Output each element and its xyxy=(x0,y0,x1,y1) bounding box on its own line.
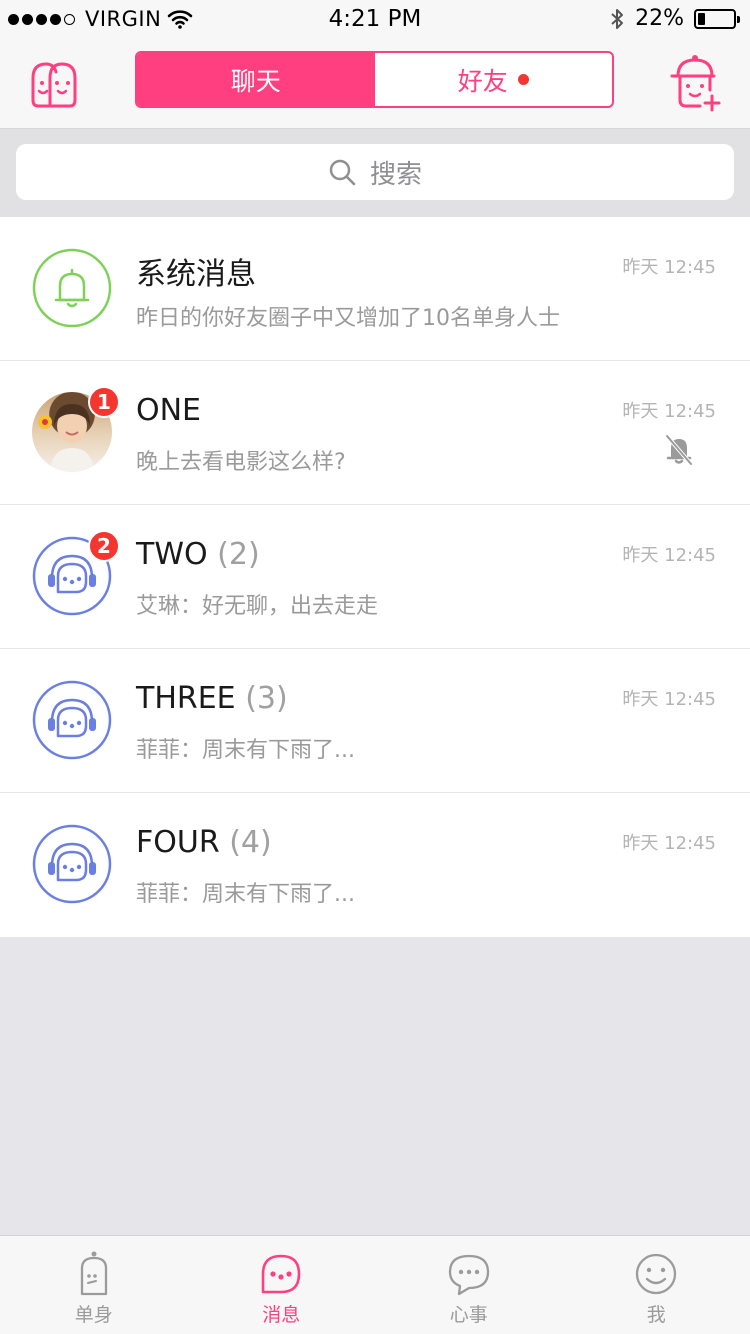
conversation-time: 昨天 12:45 xyxy=(622,401,716,422)
conversation-preview: 菲菲：周末有下雨了... xyxy=(136,882,355,907)
new-friends-dot xyxy=(517,74,529,85)
member-count: (4) xyxy=(229,825,272,860)
tab-single-label: 单身 xyxy=(74,1304,113,1326)
conversation-preview: 晚上去看电影这么样? xyxy=(136,450,346,475)
tab-chat-label: 聊天 xyxy=(230,66,281,96)
conversation-preview: 昨日的你好友圈子中又增加了10名单身人士 xyxy=(136,306,560,331)
tab-friends[interactable]: 好友 xyxy=(375,53,613,106)
smiley-icon xyxy=(636,1253,677,1295)
conversation-time: 昨天 12:45 xyxy=(622,257,716,278)
conversation-time: 昨天 12:45 xyxy=(622,545,716,566)
tab-me[interactable]: 我 xyxy=(563,1236,750,1334)
conversation-title: THREE (3) xyxy=(136,681,288,716)
thoughts-icon xyxy=(448,1254,489,1296)
tab-chat[interactable]: 聊天 xyxy=(137,53,375,106)
conversation-preview: 菲菲：周末有下雨了... xyxy=(136,738,355,763)
tab-bar: 单身 消息 心事 我 xyxy=(0,1235,750,1334)
member-count: (2) xyxy=(217,537,260,572)
group-icon xyxy=(32,680,112,760)
conversation-row[interactable]: 2 TWO (2) 艾琳：好无聊，出去走走 昨天 12:45 xyxy=(0,505,750,649)
search-placeholder: 搜索 xyxy=(369,159,422,190)
search-input[interactable]: 搜索 xyxy=(16,144,734,200)
conversation-title: TWO (2) xyxy=(136,537,260,572)
unread-badge: 2 xyxy=(88,530,120,562)
conversation-row[interactable]: THREE (3) 菲菲：周末有下雨了... 昨天 12:45 xyxy=(0,649,750,793)
conversation-row[interactable]: 1 ONE 晚上去看电影这么样? 昨天 12:45 xyxy=(0,361,750,505)
mute-bell-icon xyxy=(665,434,693,466)
conversation-title: ONE xyxy=(136,393,202,428)
battery-percent: 22% xyxy=(635,6,684,31)
status-right: 22% xyxy=(609,6,740,31)
tab-messages[interactable]: 消息 xyxy=(188,1236,376,1334)
tab-me-label: 我 xyxy=(646,1304,666,1326)
bluetooth-icon xyxy=(611,8,624,29)
chat-friends-segmented-control: 聊天 好友 xyxy=(135,51,614,108)
search-area: 搜索 xyxy=(0,129,750,217)
conversation-row[interactable]: 系统消息 昨日的你好友圈子中又增加了10名单身人士 昨天 12:45 xyxy=(0,217,750,361)
single-icon xyxy=(80,1251,107,1296)
unread-badge: 1 xyxy=(88,386,120,418)
add-friend-button[interactable] xyxy=(668,54,724,114)
bell-icon xyxy=(32,248,112,328)
tab-friends-label: 好友 xyxy=(457,66,508,96)
conversation-title: FOUR (4) xyxy=(136,825,272,860)
conversation-time: 昨天 12:45 xyxy=(622,833,716,854)
tab-messages-label: 消息 xyxy=(262,1304,301,1326)
search-icon xyxy=(329,159,356,186)
tab-thoughts-label: 心事 xyxy=(449,1304,488,1326)
conversation-preview: 艾琳：好无聊，出去走走 xyxy=(136,594,379,619)
status-bar: VIRGIN 4:21 PM 22% xyxy=(0,0,750,40)
couple-icon[interactable] xyxy=(26,56,82,112)
message-icon xyxy=(261,1254,301,1294)
add-friend-icon xyxy=(670,55,721,112)
member-count: (3) xyxy=(245,681,288,716)
conversation-row[interactable]: FOUR (4) 菲菲：周末有下雨了... 昨天 12:45 xyxy=(0,793,750,937)
conversation-title: 系统消息 xyxy=(136,257,256,292)
group-icon xyxy=(32,824,112,904)
navigation-bar: 聊天 好友 xyxy=(0,40,750,129)
battery-icon xyxy=(694,8,740,29)
tab-single[interactable]: 单身 xyxy=(0,1236,188,1334)
tab-thoughts[interactable]: 心事 xyxy=(375,1236,563,1334)
conversation-time: 昨天 12:45 xyxy=(622,689,716,710)
conversation-list: 系统消息 昨日的你好友圈子中又增加了10名单身人士 昨天 12:45 1 ONE… xyxy=(0,217,750,937)
